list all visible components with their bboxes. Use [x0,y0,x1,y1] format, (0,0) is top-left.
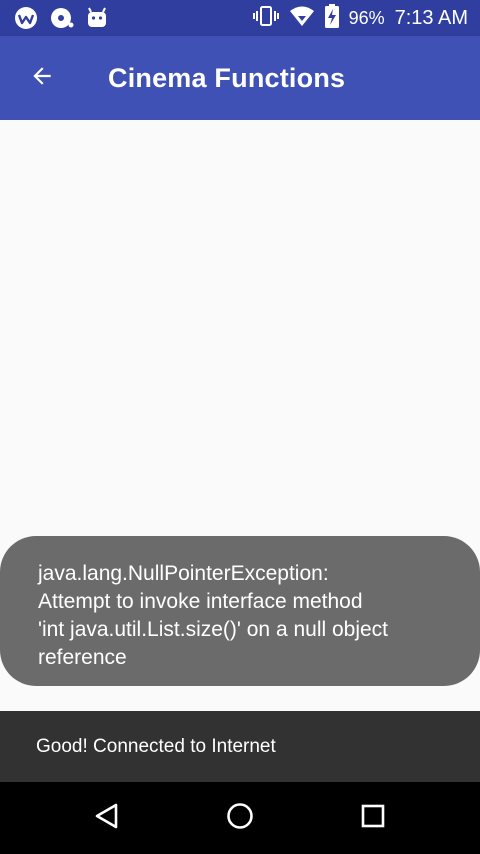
toast-line: reference [38,646,127,669]
back-triangle-icon [93,802,121,835]
error-toast: java.lang.NullPointerException: Attempt … [0,536,480,686]
page-title: Cinema Functions [108,63,346,93]
android-icon [86,6,108,35]
snackbar: Good! Connected to Internet [0,711,480,782]
navigation-bar [0,782,480,854]
system-status: 96% 7:13 AM [252,0,468,36]
arrow-back-icon [29,63,55,94]
home-circle-icon [226,802,254,835]
battery-percentage: 96% [348,7,385,28]
back-button[interactable] [22,58,62,98]
toast-line: java.lang.NullPointerException: [38,562,329,585]
vibrate-icon [252,5,279,32]
app-bar: Cinema Functions [0,36,480,120]
battery-charging-icon [324,3,339,33]
nav-recents-button[interactable] [351,796,395,840]
notification-icons [14,6,108,35]
nav-back-button[interactable] [85,796,129,840]
toast-line: 'int java.util.List.size()' on a null ob… [38,618,389,641]
nav-home-button[interactable] [218,796,262,840]
record-icon [50,6,74,35]
status-bar: 96% 7:13 AM [0,0,480,36]
toast-line: Attempt to invoke interface method [38,590,363,613]
clock: 7:13 AM [394,6,468,29]
snackbar-message: Good! Connected to Internet [36,736,276,757]
wifi-assistant-icon [14,6,38,35]
recents-square-icon [360,803,386,834]
wifi-icon [289,5,315,32]
